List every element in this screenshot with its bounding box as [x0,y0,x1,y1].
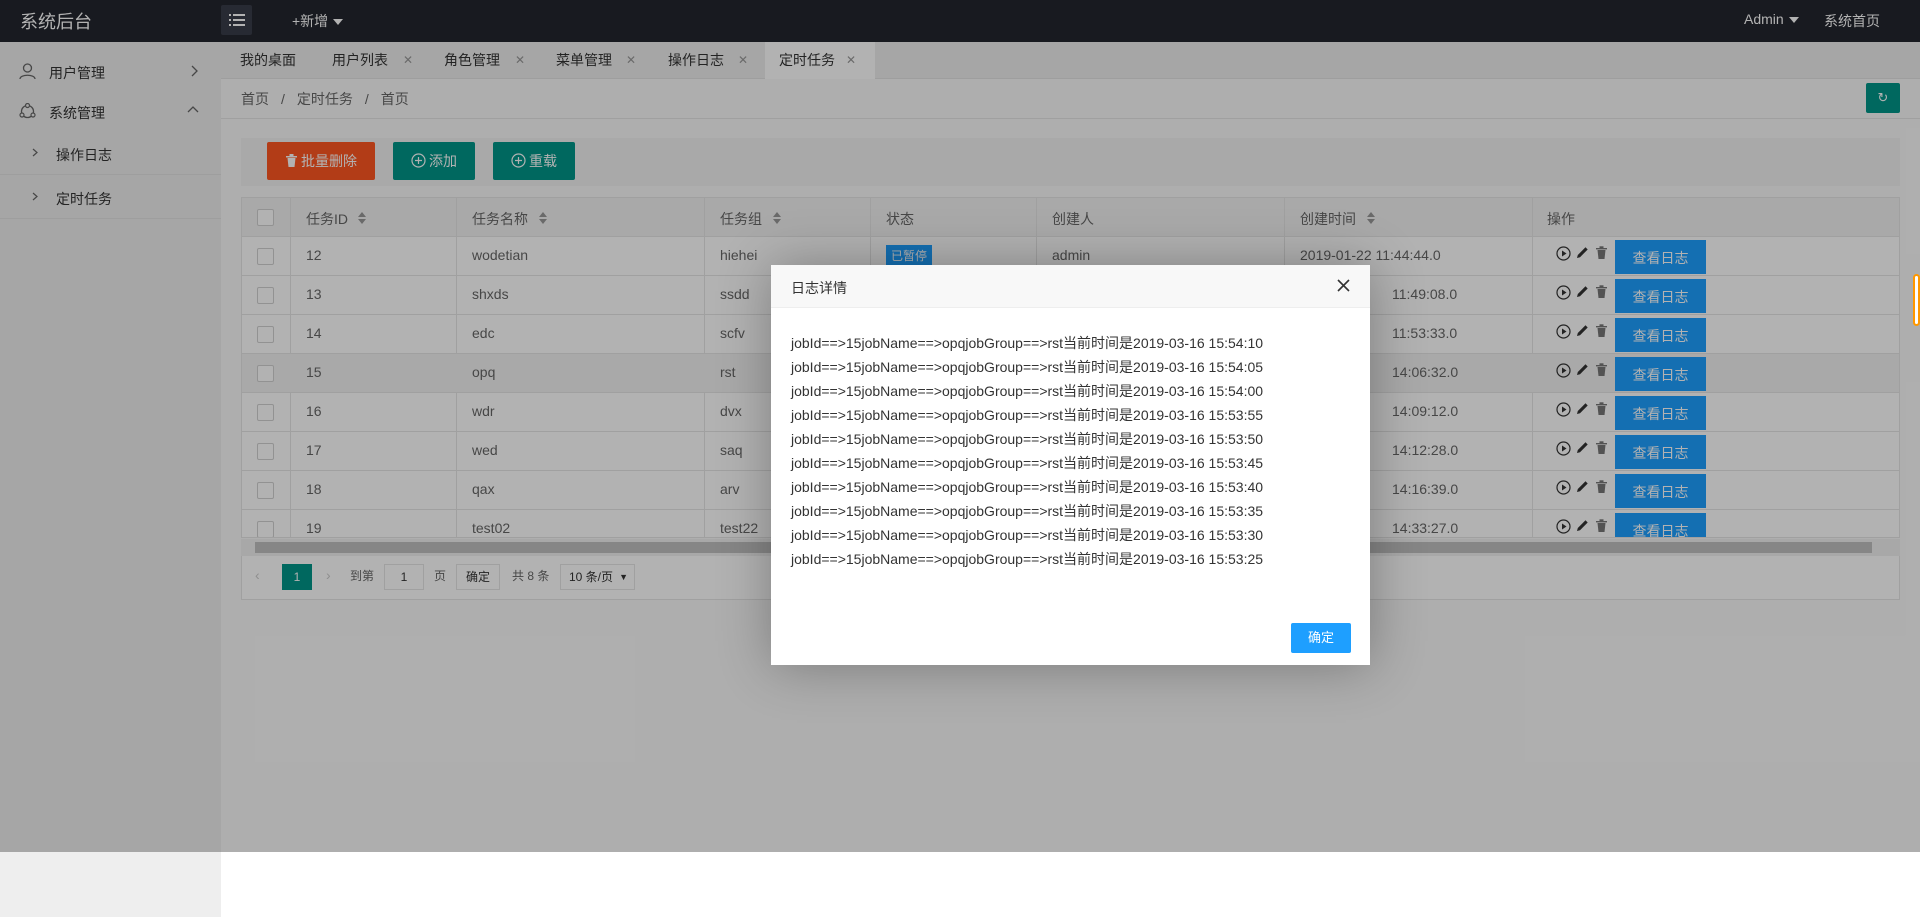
log-line: jobId==>15jobName==>opqjobGroup==>rst当前时… [791,335,1264,351]
log-line: jobId==>15jobName==>opqjobGroup==>rst当前时… [791,551,1264,567]
log-line: jobId==>15jobName==>opqjobGroup==>rst当前时… [791,383,1264,399]
log-line: jobId==>15jobName==>opqjobGroup==>rst当前时… [791,407,1264,423]
close-icon[interactable] [1337,279,1350,292]
log-line: jobId==>15jobName==>opqjobGroup==>rst当前时… [791,479,1264,495]
log-line: jobId==>15jobName==>opqjobGroup==>rst当前时… [791,431,1264,447]
log-line: jobId==>15jobName==>opqjobGroup==>rst当前时… [791,503,1264,519]
log-detail-dialog: 日志详情 jobId==>15jobName==>opqjobGroup==>r… [771,265,1370,665]
footer-blank [221,852,1920,917]
dialog-title: 日志详情 [791,280,847,296]
dialog-header: 日志详情 [771,265,1370,308]
vertical-scrollbar[interactable] [1913,274,1920,326]
ok-button[interactable]: 确定 [1291,623,1351,653]
log-line: jobId==>15jobName==>opqjobGroup==>rst当前时… [791,455,1264,471]
log-line: jobId==>15jobName==>opqjobGroup==>rst当前时… [791,359,1264,375]
log-line: jobId==>15jobName==>opqjobGroup==>rst当前时… [791,527,1264,543]
